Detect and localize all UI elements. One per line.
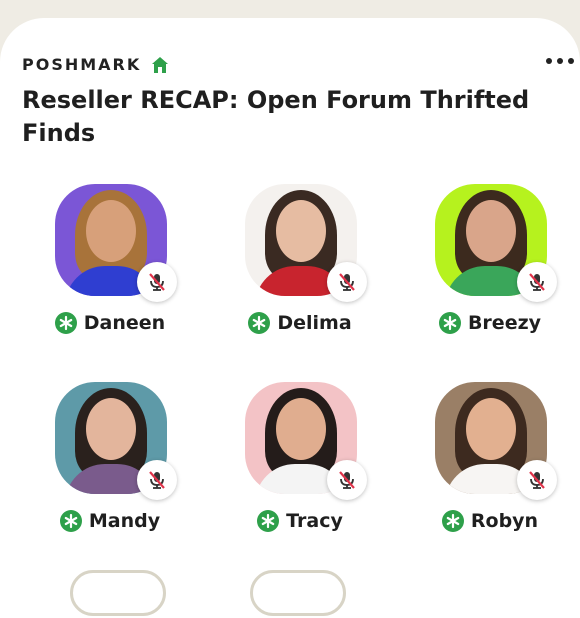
muted-mic-icon [137, 262, 177, 302]
muted-mic-icon [327, 460, 367, 500]
club-header[interactable]: POSHMARK [22, 55, 169, 74]
moderator-star-icon [438, 312, 461, 334]
club-name[interactable]: POSHMARK [22, 55, 141, 74]
speaker-name: Breezy [467, 312, 542, 334]
moderator-star-icon [54, 312, 77, 334]
speaker-name-row: Breezy [410, 312, 570, 334]
speaker-name: Robyn [470, 510, 539, 532]
speaker-name: Daneen [83, 312, 166, 334]
moderator-star-icon [248, 312, 271, 334]
muted-mic-icon [327, 262, 367, 302]
muted-mic-icon [137, 460, 177, 500]
moderator-star-icon [257, 510, 280, 532]
speaker-name-row: Robyn [410, 510, 570, 532]
house-icon [152, 56, 169, 73]
speaker-name: Mandy [88, 510, 161, 532]
more-options-icon[interactable] [546, 58, 574, 64]
speaker-name-row: Mandy [30, 510, 190, 532]
speaker-name-row: Daneen [30, 312, 190, 334]
speaker-name-row: Delima [220, 312, 380, 334]
speaker-name: Delima [277, 312, 352, 334]
moderator-star-icon [441, 510, 464, 532]
muted-mic-icon [517, 262, 557, 302]
moderator-star-icon [59, 510, 82, 532]
speaker-name: Tracy [286, 510, 343, 532]
peek-avatar [250, 570, 346, 616]
room-title: Reseller RECAP: Open Forum Thrifted Find… [22, 86, 530, 147]
muted-mic-icon [517, 460, 557, 500]
speaker-name-row: Tracy [220, 510, 380, 532]
peek-avatar [70, 570, 166, 616]
